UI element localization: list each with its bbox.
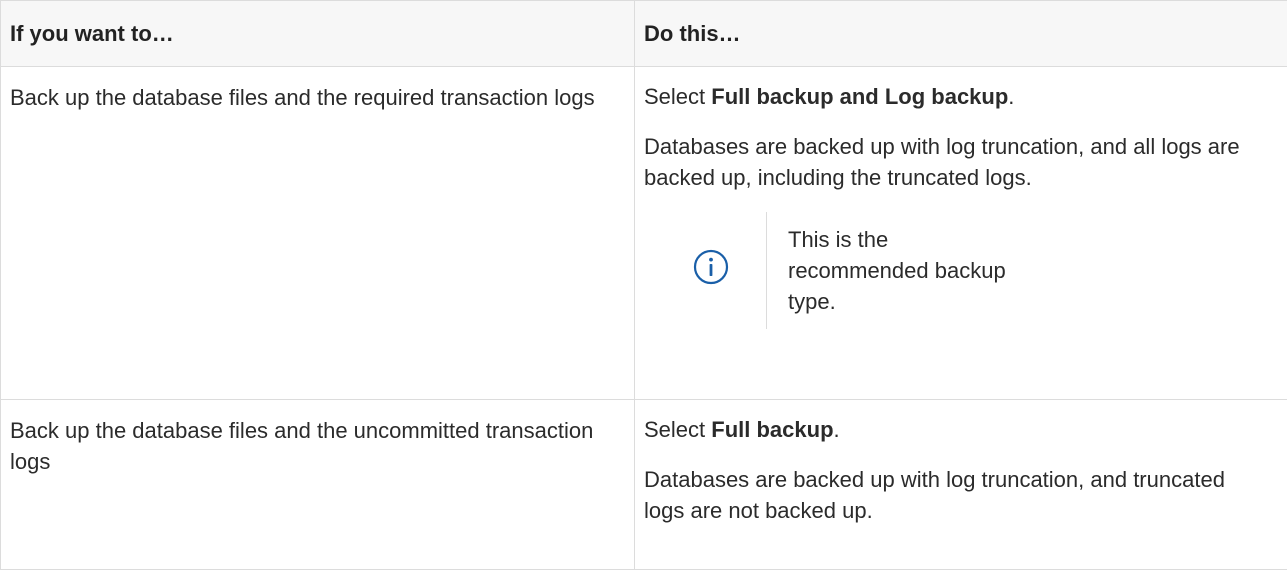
select-option-bold: Full backup and Log backup <box>711 84 1009 109</box>
action-description: Databases are backed up with log truncat… <box>644 467 1225 523</box>
backup-options-table: If you want to… Do this… Back up the dat… <box>0 0 1287 570</box>
select-instruction: Select Full backup. <box>644 414 1271 445</box>
select-prefix: Select <box>644 84 712 109</box>
table-row: Back up the database files and the uncom… <box>0 399 1287 570</box>
row-want-text: Back up the database files and the requi… <box>10 85 595 110</box>
row-action-cell: Select Full backup. Databases are backed… <box>634 399 1287 570</box>
select-option-bold: Full backup <box>711 417 834 442</box>
header-if-you-want-to: If you want to… <box>0 0 635 67</box>
select-suffix: . <box>833 417 840 442</box>
select-suffix: . <box>1008 84 1015 109</box>
info-icon <box>693 249 729 293</box>
table-header-row: If you want to… Do this… <box>0 0 1287 67</box>
select-instruction: Select Full backup and Log backup. <box>644 81 1271 112</box>
row-action-cell: Select Full backup and Log backup. Datab… <box>634 66 1287 400</box>
action-description: Databases are backed up with log truncat… <box>644 134 1240 190</box>
note-text: This is the recommended backup type. <box>788 227 1006 314</box>
header-do-this: Do this… <box>634 0 1287 67</box>
note-icon-container <box>656 212 767 329</box>
select-prefix: Select <box>644 417 712 442</box>
row-want-cell: Back up the database files and the requi… <box>0 66 635 400</box>
note-callout: This is the recommended backup type. <box>644 212 1271 329</box>
row-want-text: Back up the database files and the uncom… <box>10 418 594 474</box>
row-want-cell: Back up the database files and the uncom… <box>0 399 635 570</box>
table-row: Back up the database files and the requi… <box>0 66 1287 400</box>
